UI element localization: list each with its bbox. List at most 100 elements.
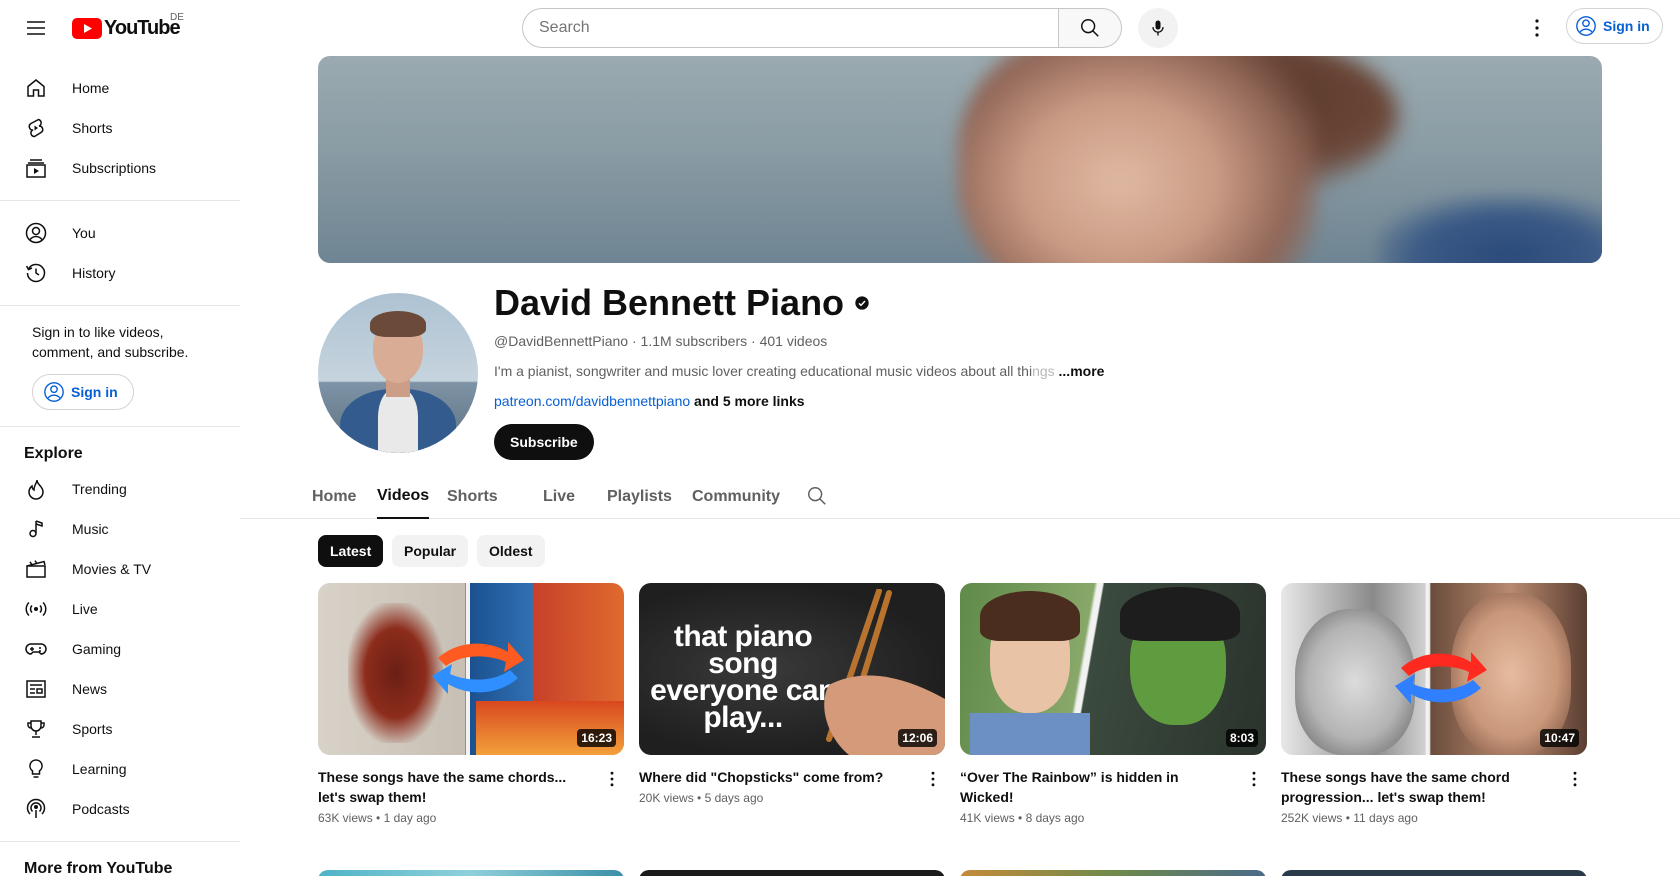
video-duration: 16:23 [577, 729, 616, 747]
video-duration: 8:03 [1225, 729, 1258, 747]
verified-badge-icon [855, 296, 869, 310]
sidebar-item-trending[interactable]: Trending [0, 469, 228, 509]
description-more-link[interactable]: ...more [1059, 363, 1105, 379]
video-action-menu-button[interactable] [1563, 767, 1587, 791]
podcast-icon [24, 797, 48, 821]
video-thumbnail-peek[interactable] [639, 870, 945, 876]
more-links-button[interactable]: and 5 more links [694, 393, 804, 409]
sidebar-item-movies-tv[interactable]: Movies & TV [0, 549, 228, 589]
sidebar-item-learning[interactable]: Learning [0, 749, 228, 789]
video-thumbnail[interactable]: 8:03 [960, 583, 1266, 755]
channel-description[interactable]: I'm a pianist, songwriter and music love… [494, 363, 1104, 379]
video-action-menu-button[interactable] [921, 767, 945, 791]
tab-live[interactable]: Live [543, 475, 575, 519]
voice-search-button[interactable] [1138, 8, 1178, 48]
description-fade-text: ngs [1032, 363, 1055, 379]
youtube-logo[interactable]: YouTube [72, 16, 181, 39]
channel-banner [318, 56, 1602, 263]
video-thumbnail[interactable]: that piano song everyone can play... 12:… [639, 583, 945, 755]
channel-search-button[interactable] [806, 485, 828, 512]
sidebar-item-subscriptions[interactable]: Subscriptions [0, 148, 228, 188]
sidebar-item-history[interactable]: History [0, 253, 228, 293]
sidebar-item-podcasts[interactable]: Podcasts [0, 789, 228, 829]
logo-wordmark: YouTube [104, 16, 181, 39]
video-meta: 252K views • 11 days ago [1281, 811, 1418, 825]
video-meta: 41K views • 8 days ago [960, 811, 1085, 825]
chip-oldest[interactable]: Oldest [477, 535, 545, 567]
masthead: YouTube DE Sign in [0, 0, 1680, 56]
sidebar-item-sports[interactable]: Sports [0, 709, 228, 749]
trending-icon [24, 477, 48, 501]
sidebar-item-you[interactable]: You [0, 213, 228, 253]
live-broadcast-icon [24, 597, 48, 621]
shorts-icon [24, 116, 48, 140]
tab-home[interactable]: Home [312, 475, 356, 519]
video-title[interactable]: These songs have the same chords... let'… [318, 767, 588, 807]
video-views: 20K views [639, 791, 694, 805]
guide-menu-button[interactable] [16, 8, 56, 48]
video-thumbnail[interactable]: 10:47 [1281, 583, 1587, 755]
video-meta: 63K views • 1 day ago [318, 811, 437, 825]
sidebar-item-gaming[interactable]: Gaming [0, 629, 228, 669]
tab-shorts[interactable]: Shorts [447, 475, 498, 519]
video-views: 252K views [1281, 811, 1343, 825]
meta-separator: · [628, 333, 641, 349]
video-thumbnail[interactable]: 16:23 [318, 583, 624, 755]
home-icon [24, 76, 48, 100]
vertical-dots-icon [610, 771, 614, 787]
vertical-dots-icon [931, 771, 935, 787]
more-from-youtube-heading: More from YouTube [24, 860, 173, 876]
sign-in-button[interactable]: Sign in [1566, 8, 1663, 44]
search-input[interactable] [522, 8, 1058, 48]
vertical-dots-icon [1535, 19, 1539, 37]
chip-popular[interactable]: Popular [392, 535, 469, 567]
video-thumbnail-peek[interactable] [1281, 870, 1587, 876]
tab-playlists[interactable]: Playlists [607, 475, 672, 519]
sidebar-item-live[interactable]: Live [0, 589, 228, 629]
gamepad-icon [24, 637, 48, 661]
subscribe-button[interactable]: Subscribe [494, 424, 594, 460]
settings-more-button[interactable] [1517, 8, 1557, 48]
video-title[interactable]: These songs have the same chord progress… [1281, 767, 1551, 807]
sidebar-sign-in-button[interactable]: Sign in [32, 374, 134, 410]
tab-videos[interactable]: Videos [377, 475, 430, 519]
sidebar-you-section: You History [0, 201, 240, 306]
channel-meta: @DavidBennettPiano · 1.1M subscribers · … [494, 333, 827, 349]
sidebar-item-music[interactable]: Music [0, 509, 228, 549]
video-action-menu-button[interactable] [600, 767, 624, 791]
search-button[interactable] [1058, 8, 1122, 48]
video-action-menu-button[interactable] [1242, 767, 1266, 791]
lightbulb-icon [24, 757, 48, 781]
sidebar-item-label: Podcasts [72, 801, 130, 817]
video-meta: 20K views • 5 days ago [639, 791, 764, 805]
you-icon [24, 221, 48, 245]
meta-separator: · [747, 333, 760, 349]
sidebar-signin-prompt: Sign in to like videos, comment, and sub… [0, 306, 240, 427]
video-thumbnail-peek[interactable] [960, 870, 1266, 876]
video-thumbnail-peek[interactable] [318, 870, 624, 876]
video-title[interactable]: “Over The Rainbow” is hidden in Wicked! [960, 767, 1230, 807]
sidebar-item-label: History [72, 265, 116, 281]
tab-community[interactable]: Community [692, 475, 780, 519]
history-icon [24, 261, 48, 285]
channel-handle: @DavidBennettPiano [494, 333, 629, 349]
sidebar-item-shorts[interactable]: Shorts [0, 108, 228, 148]
channel-avatar[interactable] [318, 293, 478, 453]
patreon-link[interactable]: patreon.com/davidbennettpiano [494, 393, 690, 409]
video-views: 41K views [960, 811, 1015, 825]
search-icon [1081, 19, 1099, 37]
sidebar-item-label: Movies & TV [72, 561, 152, 577]
video-title[interactable]: Where did "Chopsticks" come from? [639, 767, 909, 787]
sidebar-item-label: Shorts [72, 120, 113, 136]
chip-latest[interactable]: Latest [318, 535, 384, 567]
sidebar-item-home[interactable]: Home [0, 68, 228, 108]
video-card: 8:03 “Over The Rainbow” is hidden in Wic… [960, 583, 1266, 825]
music-icon [24, 517, 48, 541]
sidebar-item-label: Gaming [72, 641, 122, 657]
sidebar-item-news[interactable]: News [0, 669, 228, 709]
video-card: 10:47 These songs have the same chord pr… [1281, 583, 1587, 825]
sidebar-item-label: Subscriptions [72, 160, 157, 176]
video-duration: 12:06 [898, 729, 937, 747]
sidebar-explore-section: Explore Trending Music Movies & TV Live … [0, 427, 240, 842]
vertical-dots-icon [1252, 771, 1256, 787]
